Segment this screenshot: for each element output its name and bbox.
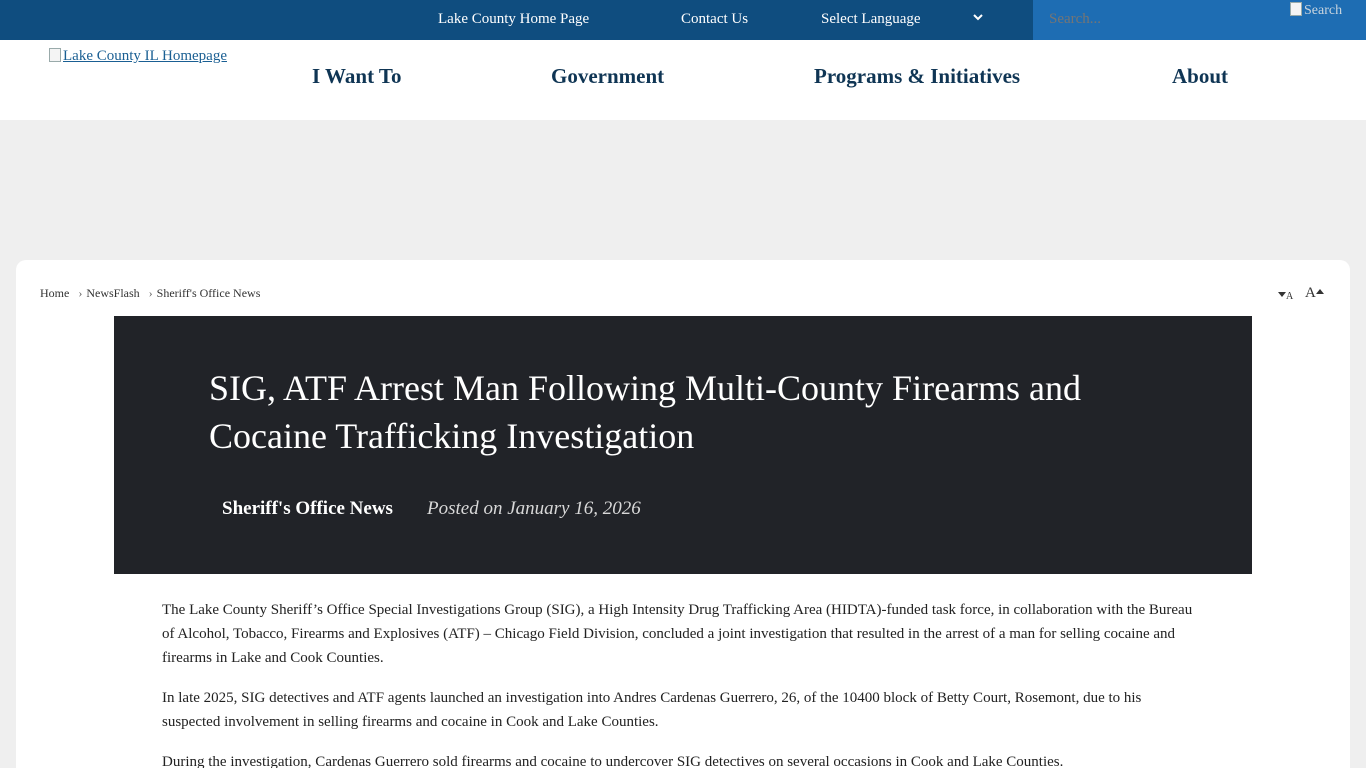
search-box: Search [1033,0,1366,40]
article-category[interactable]: Sheriff's Office News [222,498,393,520]
decrease-font-label: A [1286,291,1294,302]
breadcrumb-newsflash[interactable]: NewsFlash [86,286,139,301]
decrease-font-button[interactable]: A [1278,287,1293,303]
logo-link[interactable]: Lake County IL Homepage [49,48,227,65]
nav-about[interactable]: About [1172,64,1228,89]
triangle-down-icon [1278,292,1286,297]
triangle-up-icon [1315,289,1324,294]
increase-font-label: A [1305,285,1316,301]
article-body: The Lake County Sheriff’s Office Special… [162,598,1196,768]
nav-programs-initiatives[interactable]: Programs & Initiatives [814,64,1020,89]
article-title: SIG, ATF Arrest Man Following Multi-Coun… [209,368,1081,456]
logo-alt-text: Lake County IL Homepage [63,48,227,64]
nav-i-want-to[interactable]: I Want To [312,64,402,89]
nav-government[interactable]: Government [551,64,664,89]
search-input[interactable] [1049,11,1279,28]
logo-image-icon [49,48,61,62]
breadcrumb-category[interactable]: Sheriff's Office News [157,286,261,301]
article-paragraph: In late 2025, SIG detectives and ATF age… [162,690,1142,730]
search-icon [1290,2,1302,16]
site-header: Lake County IL Homepage I Want To Govern… [0,40,1366,120]
increase-font-button[interactable]: A [1305,285,1324,302]
article-date: Posted on January 16, 2026 [427,498,641,519]
breadcrumb-separator: › [148,286,153,300]
article-header: SIG, ATF Arrest Man Following Multi-Coun… [114,316,1252,574]
breadcrumb-home[interactable]: Home [40,286,69,301]
breadcrumb-separator: › [78,286,83,300]
content-card: Home › NewsFlash › Sheriff's Office News A… [16,260,1350,768]
home-page-link[interactable]: Lake County Home Page [438,11,589,28]
chevron-down-icon[interactable] [972,10,984,24]
utility-bar: Lake County Home Page Contact Us Select … [0,0,1366,40]
language-select[interactable]: Select Language [821,11,921,28]
article-paragraph: The Lake County Sheriff’s Office Special… [162,602,1193,666]
search-button-alt: Search [1304,3,1343,18]
breadcrumb: Home › NewsFlash › Sheriff's Office News [40,286,260,301]
search-button[interactable]: Search [1290,2,1350,22]
contact-us-link[interactable]: Contact Us [681,11,748,28]
article-paragraph: During the investigation, Cardenas Guerr… [162,754,1064,768]
